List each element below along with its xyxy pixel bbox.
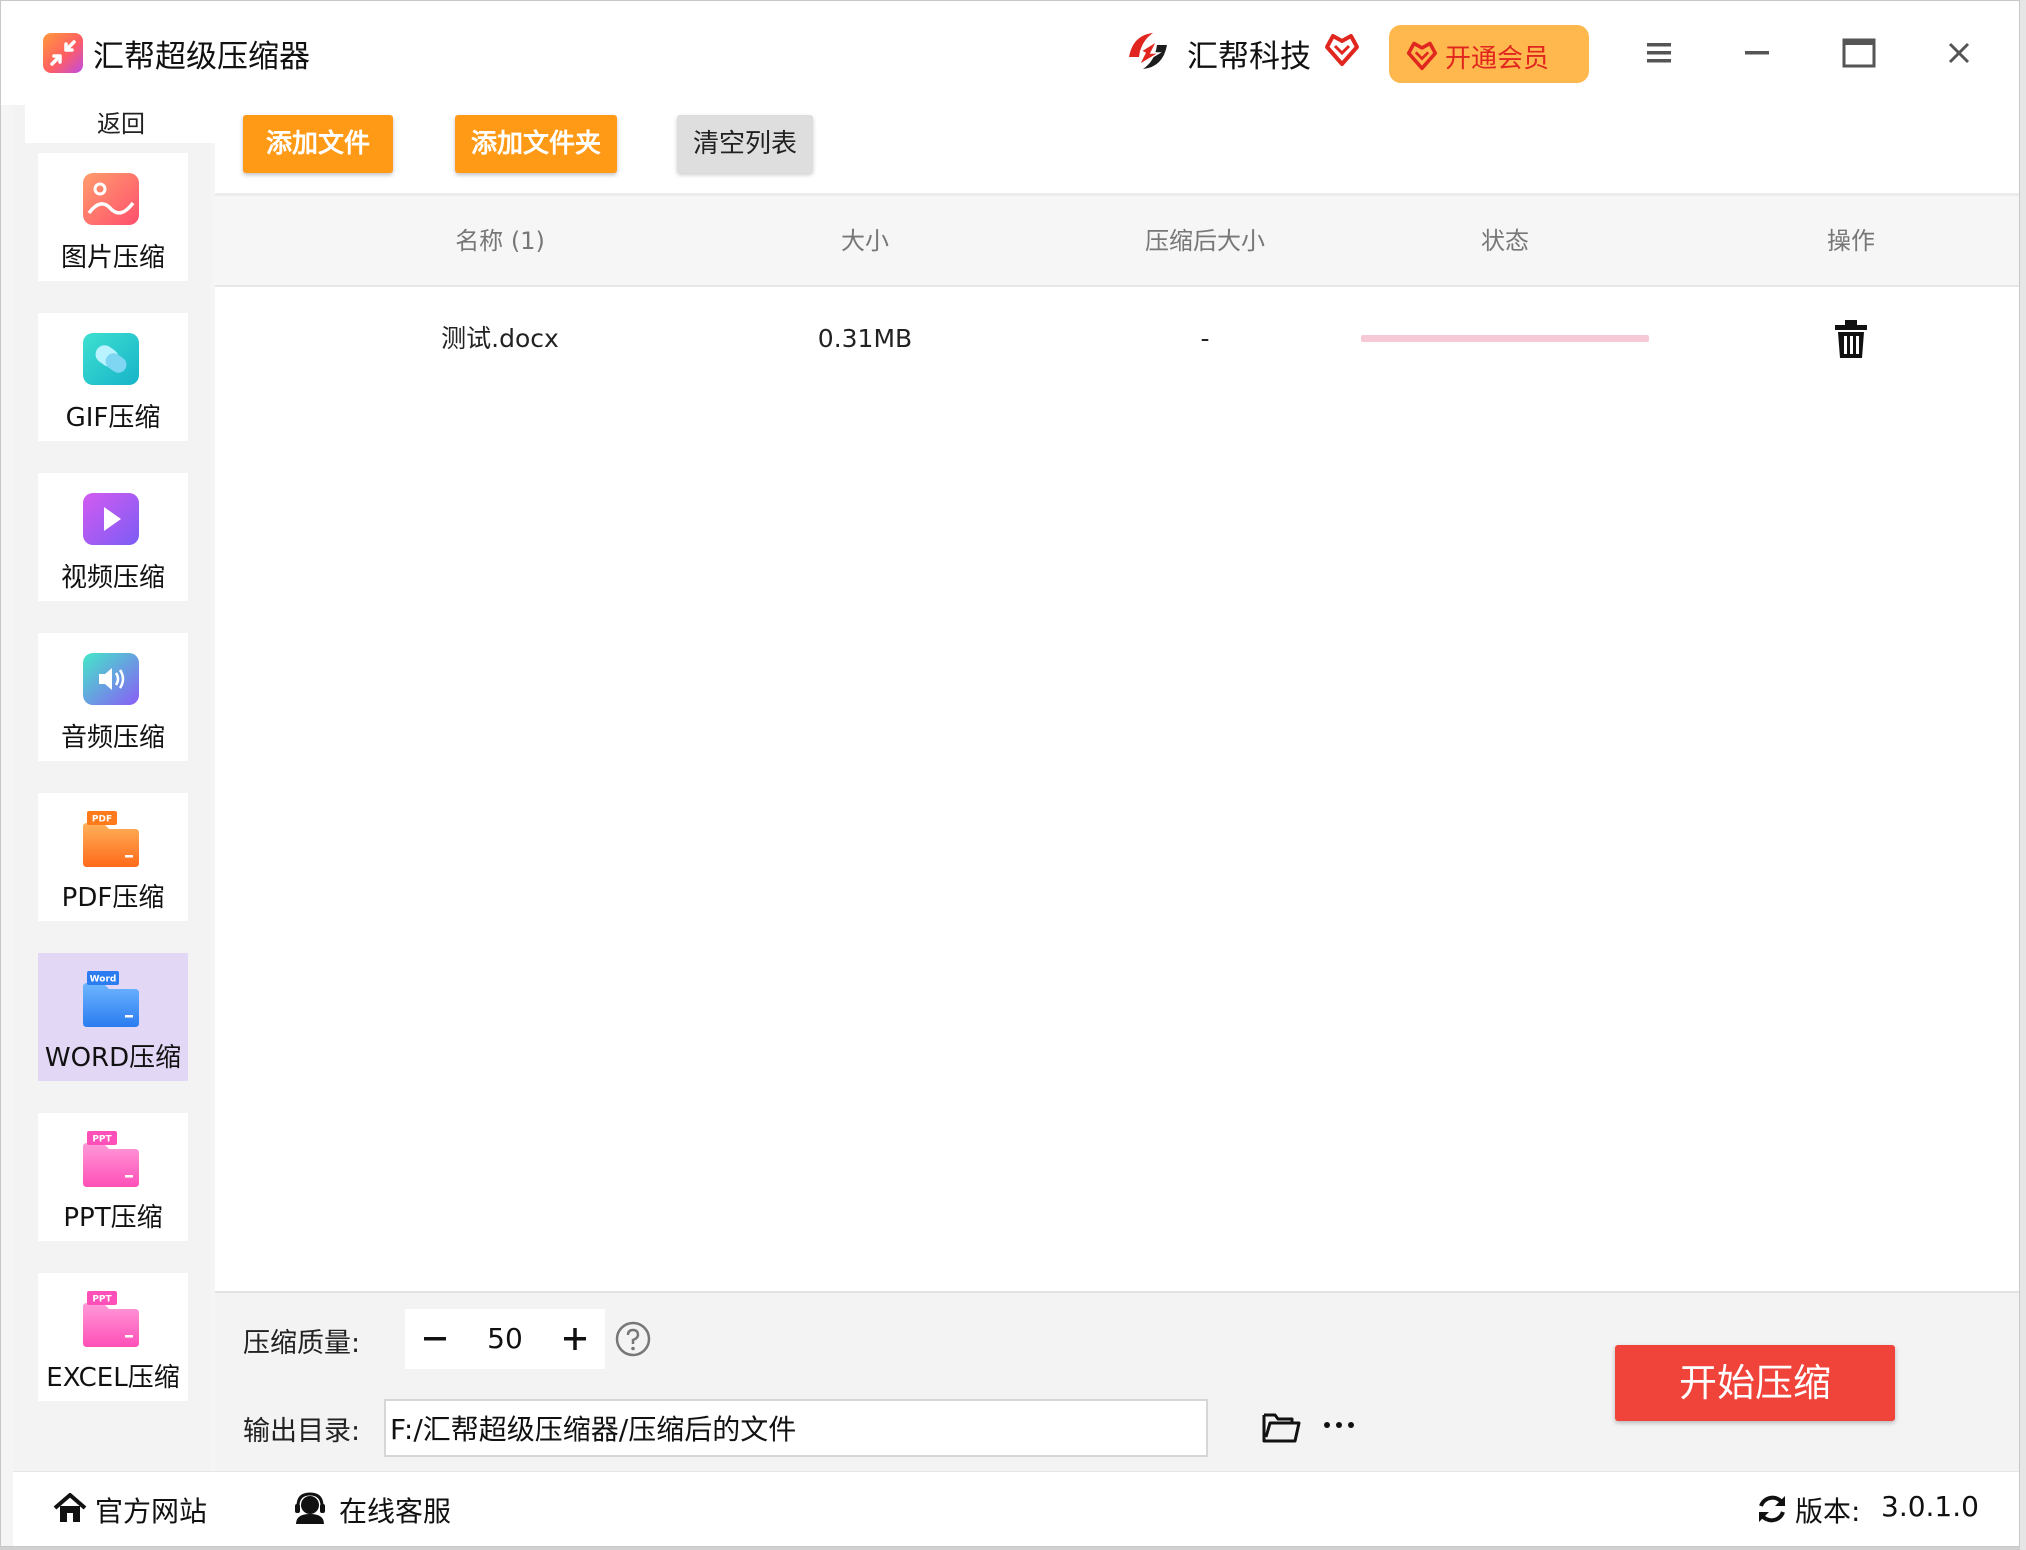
column-header-status[interactable]: 状态 [1425,196,1585,286]
add-folder-button[interactable]: 添加文件夹 [455,115,617,173]
gif-icon [81,329,141,389]
compressed-size: - [1200,324,1210,353]
sidebar-item-word[interactable]: Word WORD压缩 [38,953,188,1081]
clear-list-button[interactable]: 清空列表 [677,115,813,173]
website-label: 官方网站 [95,1495,208,1528]
file-size: 0.31MB [817,324,913,353]
app-title: 汇帮超级压缩器 [93,39,310,75]
ppt-folder-icon: PPT [81,1129,141,1189]
sidebar-item-audio[interactable]: 音频压缩 [38,633,188,761]
sidebar-item-ppt[interactable]: PPT PPT压缩 [38,1113,188,1241]
sidebar-item-label: WORD压缩 [44,1043,182,1073]
headset-icon [295,1492,325,1524]
quality-label: 压缩质量: [243,1328,361,1359]
brand-logo-icon [1123,27,1173,75]
output-path-input[interactable] [384,1399,1208,1457]
column-header-name[interactable]: 名称 (1) [375,196,625,286]
sidebar-item-pdf[interactable]: PDF PDF压缩 [38,793,188,921]
status-progress-bar [1361,335,1649,342]
version-value: 3.0.1.0 [1881,1490,1979,1523]
sidebar-item-video[interactable]: 视频压缩 [38,473,188,601]
increase-quality-button[interactable] [545,1309,605,1369]
excel-folder-icon: PPT [81,1289,141,1349]
sidebar: 返回 图片压缩 GIF压缩 视频压缩 音频压缩 PDF PDF压缩 Word W… [13,105,217,1471]
pdf-folder-icon: PDF [81,809,141,869]
table-header: 名称 (1) 大小 压缩后大小 状态 操作 [215,193,2019,287]
back-button[interactable]: 返回 [25,105,217,143]
start-compress-button[interactable]: 开始压缩 [1615,1345,1895,1421]
minimize-icon[interactable] [1735,31,1779,75]
main-panel: 添加文件 添加文件夹 清空列表 名称 (1) 大小 压缩后大小 状态 操作 测试… [215,105,2019,1471]
open-folder-icon[interactable] [1261,1409,1301,1445]
background-window-edge [2020,0,2026,1550]
sidebar-item-label: PDF压缩 [61,883,165,913]
refresh-icon [1759,1495,1785,1523]
app-window: 汇帮超级压缩器 汇帮科技 开通会员 返回 图片压缩 GIF压缩 视频压缩 音频压… [0,0,2020,1547]
vip-button[interactable]: 开通会员 [1389,25,1589,83]
help-icon[interactable] [615,1321,651,1357]
sidebar-item-gif[interactable]: GIF压缩 [38,313,188,441]
output-dir-label: 输出目录: [243,1416,361,1447]
diamond-heart-icon [1323,31,1361,67]
sidebar-item-label: 音频压缩 [60,723,165,753]
home-icon [53,1493,87,1522]
brand-name: 汇帮科技 [1187,39,1311,75]
sidebar-item-label: PPT压缩 [63,1203,163,1233]
file-name: 测试.docx [441,324,559,353]
support-label: 在线客服 [339,1495,452,1528]
title-bar: 汇帮超级压缩器 汇帮科技 开通会员 [1,1,2019,105]
close-icon[interactable] [1937,31,1981,75]
column-header-action: 操作 [1827,227,1875,255]
svg-text:PDF: PDF [92,815,112,825]
sidebar-item-label: 视频压缩 [60,563,165,593]
video-icon [81,489,141,549]
svg-text:PPT: PPT [92,1295,112,1305]
svg-text:PPT: PPT [92,1135,112,1145]
table-row[interactable]: 测试.docx 0.31MB - [215,287,2019,391]
column-header-size[interactable]: 大小 [785,196,945,286]
image-icon [81,169,141,229]
svg-text:Word: Word [90,975,117,985]
sidebar-item-image[interactable]: 图片压缩 [38,153,188,281]
maximize-icon[interactable] [1837,31,1881,75]
more-options-icon[interactable] [1319,1413,1359,1437]
add-file-button[interactable]: 添加文件 [243,115,393,173]
toolbar: 添加文件 添加文件夹 清空列表 [215,105,2019,191]
sidebar-item-excel[interactable]: PPT EXCEL压缩 [38,1273,188,1401]
version-label: 版本: [1795,1495,1861,1528]
sidebar-item-label: GIF压缩 [65,403,161,433]
audio-icon [81,649,141,709]
official-website-link[interactable]: 官方网站 [53,1472,233,1546]
sidebar-item-label: 图片压缩 [60,243,165,273]
online-support-link[interactable]: 在线客服 [293,1472,473,1546]
vip-heart-icon [1406,41,1438,71]
column-header-compressed-size[interactable]: 压缩后大小 [1075,196,1335,286]
settings-panel: 压缩质量: 50 输出目录: F:/汇帮超级压缩器/压缩后的文件 开始压缩 [215,1291,2019,1471]
sidebar-item-label: EXCEL压缩 [46,1363,180,1393]
version-info[interactable]: 版本: 3.0.1.0 [1755,1472,1985,1546]
decrease-quality-button[interactable] [405,1309,465,1369]
quality-value[interactable]: 50 [465,1309,545,1369]
word-folder-icon: Word [81,969,141,1029]
vip-label: 开通会员 [1445,44,1550,74]
app-logo-icon [43,33,83,73]
menu-icon[interactable] [1637,31,1681,75]
trash-icon[interactable] [1833,319,1869,359]
footer-bar: 官方网站 在线客服 版本: 3.0.1.0 [13,1471,2019,1546]
quality-stepper[interactable]: 50 [405,1309,605,1369]
